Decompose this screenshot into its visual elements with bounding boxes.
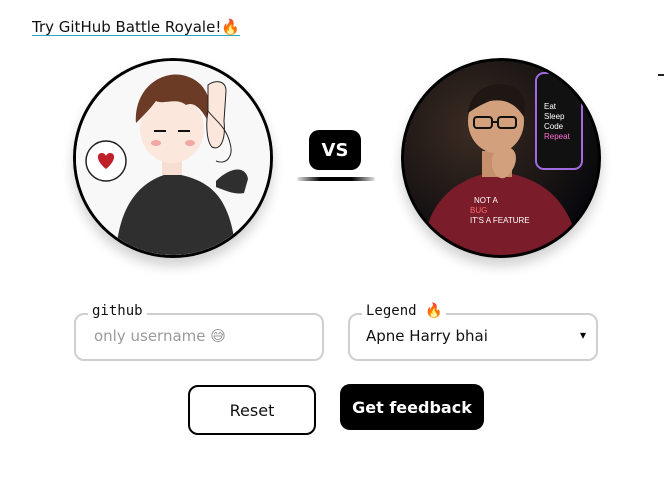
decorative-dash [658, 74, 664, 76]
legend-selected-value: Apne Harry bhai [366, 327, 488, 345]
svg-text:BUG: BUG [470, 206, 487, 215]
get-feedback-button[interactable]: Get feedback [340, 384, 484, 430]
github-label: github [88, 303, 147, 319]
svg-text:Sleep: Sleep [544, 112, 565, 121]
legend-label: Legend 🔥 [362, 303, 447, 319]
svg-text:NOT A: NOT A [474, 196, 499, 205]
svg-text:Eat: Eat [544, 102, 557, 111]
legend-field[interactable]: Legend 🔥 Apne Harry bhai ▾ [348, 303, 598, 361]
github-field[interactable]: github [74, 303, 324, 361]
reset-button[interactable]: Reset [188, 385, 316, 435]
left-avatar [73, 58, 273, 258]
right-avatar: Eat Sleep Code Repeat NOT A BUG IT'S A F… [401, 58, 601, 258]
legend-select[interactable]: Apne Harry bhai ▾ [366, 326, 586, 348]
battle-royale-link-text[interactable]: Try GitHub Battle Royale! [32, 18, 221, 36]
vs-badge: VS [309, 130, 361, 170]
vs-underline [297, 177, 375, 181]
github-username-input[interactable] [92, 326, 316, 346]
svg-text:Repeat: Repeat [544, 132, 571, 141]
reset-button-label: Reset [229, 400, 275, 420]
chevron-down-icon: ▾ [579, 328, 586, 342]
vs-label: VS [321, 139, 349, 161]
fire-icon: 🔥 [221, 18, 241, 36]
get-feedback-label: Get feedback [352, 397, 472, 417]
battle-royale-link[interactable]: Try GitHub Battle Royale!🔥 [32, 18, 240, 36]
svg-text:IT'S A FEATURE: IT'S A FEATURE [470, 216, 530, 225]
svg-text:Code: Code [544, 122, 564, 131]
